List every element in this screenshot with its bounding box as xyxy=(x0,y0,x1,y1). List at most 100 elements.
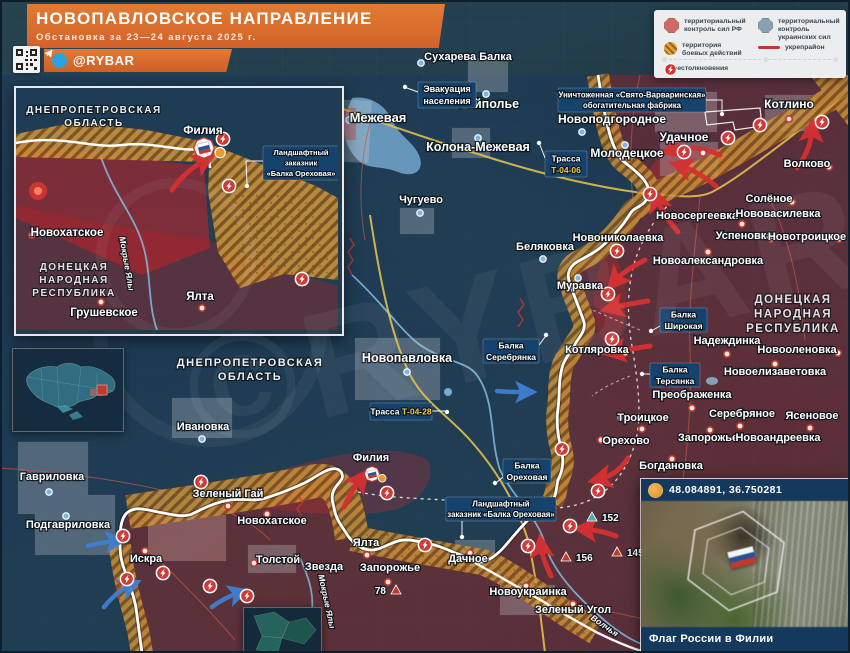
settlement-label: Чугуево xyxy=(399,194,443,206)
clash-icon xyxy=(156,566,169,579)
clash-icon xyxy=(418,538,431,551)
settlement-label: Ялта xyxy=(186,291,214,303)
settlement-marker xyxy=(689,405,695,411)
legend-label: территориальный контроль украинских сил xyxy=(778,18,848,42)
clash-icon xyxy=(601,287,614,300)
callout-dot xyxy=(493,481,497,485)
clash-icon xyxy=(591,484,604,497)
raion-locator-inset xyxy=(243,607,322,653)
settlement-marker xyxy=(46,489,52,495)
callout-text: Балка xyxy=(498,340,523,350)
callout-text: Балка xyxy=(662,364,687,374)
legend-label: территориальный контроль сил РФ xyxy=(684,18,746,34)
callout-text: населения xyxy=(423,96,470,106)
settlement-label: Котляровка xyxy=(565,344,630,356)
poi-orange-icon xyxy=(378,474,386,482)
callout-text: Балка xyxy=(514,460,539,470)
settlement-label: Серебряное xyxy=(709,408,775,420)
highlight-region-pink xyxy=(90,389,96,396)
legend-item-rf: территориальный контроль сил РФ xyxy=(664,18,746,34)
clash-icon xyxy=(555,442,568,455)
inset-strike-glow2 xyxy=(34,187,42,195)
settlement-label: Подгавриловка xyxy=(26,519,111,531)
settlement-marker xyxy=(98,299,104,305)
settlement-label: Удачное xyxy=(660,130,709,144)
poi-orange-icon xyxy=(215,147,225,157)
clash-icon xyxy=(610,244,623,257)
settlement-label: Новосергеевка xyxy=(656,210,739,222)
settlement-label: Троицкое xyxy=(617,412,668,424)
map-subtitle: Обстановка за 23—24 августа 2025 г. xyxy=(36,32,445,43)
callout-dot xyxy=(649,329,653,333)
height-value: 156 xyxy=(576,553,593,564)
legend-item-ua: территориальный контроль украинских сил xyxy=(758,18,848,42)
settlement-label: Запорожье xyxy=(678,432,738,444)
settlement-label: Новоалександровка xyxy=(653,255,764,267)
detail-inset-filiya: ДНЕПРОПЕТРОВСКАЯОБЛАСТЬДОНЕЦКАЯНАРОДНАЯР… xyxy=(14,86,344,336)
settlement-marker xyxy=(737,423,743,429)
settlement-label: Новониколаевка xyxy=(573,232,665,244)
rf-control-icon xyxy=(664,18,679,33)
settlement-marker xyxy=(225,503,231,509)
settlement-label: Новоелизаветовка xyxy=(724,366,827,378)
callout-dot xyxy=(245,184,249,188)
settlement-marker xyxy=(639,426,645,432)
map-poster: 15215614578 ДНЕПРОПЕТРОВСКАЯОБЛАСТЬДОНЕЦ… xyxy=(0,0,850,653)
settlement-label: Искра xyxy=(130,553,163,565)
callout-text: Ландшафтный xyxy=(472,499,529,508)
map-title: НОВОПАВЛОВСКОЕ НАПРАВЛЕНИЕ xyxy=(36,9,445,29)
height-value: 152 xyxy=(602,513,619,524)
attack-arrow-blue xyxy=(497,391,526,392)
settlement-label: Новотроицкое xyxy=(768,231,846,243)
callout-dot xyxy=(544,333,548,337)
settlement-label: Ивановка xyxy=(177,421,230,433)
legend-label: территория боевых действий xyxy=(682,42,744,58)
settlement-label: Новохатское xyxy=(237,515,307,527)
callout-dot xyxy=(460,535,464,539)
settlement-marker xyxy=(417,210,423,216)
settlement-label: Нововасилевка xyxy=(736,208,822,220)
clash-icon xyxy=(222,179,235,192)
fortified-line-icon xyxy=(758,46,780,49)
clash-icon xyxy=(203,579,216,592)
callout-text: Серебрянка xyxy=(486,352,536,362)
settlement-label: Новоподгородное xyxy=(558,112,666,126)
clash-icon xyxy=(194,475,207,488)
callout-text: «Балка Ореховая» xyxy=(267,169,336,178)
callout-dot xyxy=(640,372,644,376)
clash-icon xyxy=(815,115,828,128)
settlement-marker xyxy=(724,351,730,357)
callout-dot xyxy=(445,410,449,414)
settlement-label: Котлино xyxy=(764,97,814,111)
settlement-label: Ялта xyxy=(353,537,380,549)
callout-text: заказник «Балка Ореховая» xyxy=(447,510,554,519)
settlement-label: Толстой xyxy=(256,554,300,566)
callout-text: Трасса Т-04-28 xyxy=(370,407,431,417)
clash-icon xyxy=(120,572,133,585)
settlement-label: Успеновка xyxy=(716,230,774,242)
callout-text: Эвакуация xyxy=(423,84,471,94)
clash-icon xyxy=(240,589,253,602)
callout-text: Терсянка xyxy=(656,376,695,386)
callout-text: Ореховая xyxy=(507,472,548,482)
clash-icon xyxy=(643,187,656,200)
settlement-label: Солёное xyxy=(746,193,793,205)
settlement-marker xyxy=(199,305,205,311)
settlement-label: Зеленый Гай xyxy=(193,488,264,500)
legend-item-fortified: укрепрайон xyxy=(758,42,847,52)
geo-pin-icon xyxy=(648,483,663,498)
settlement-label: Межевая xyxy=(350,110,407,125)
callout-text: Уничтоженная «Свято-Варваринская» xyxy=(559,90,706,99)
clash-icon xyxy=(521,539,534,552)
ukraine-locator-map xyxy=(13,349,123,431)
region-label: ДОНЕЦКАЯНАРОДНАЯРЕСПУБЛИКА xyxy=(32,262,115,299)
settlement-marker xyxy=(786,116,792,122)
settlement-label: Молодецкое xyxy=(590,146,664,160)
callout-dot xyxy=(537,141,541,145)
settlement-marker xyxy=(404,369,410,375)
settlement-label: Новохатское xyxy=(31,227,104,239)
clash-icon xyxy=(677,145,690,158)
settlement-label: Дачное xyxy=(448,553,488,565)
settlement-label: Запорожье xyxy=(360,562,420,574)
highlight-region-red xyxy=(97,385,107,395)
